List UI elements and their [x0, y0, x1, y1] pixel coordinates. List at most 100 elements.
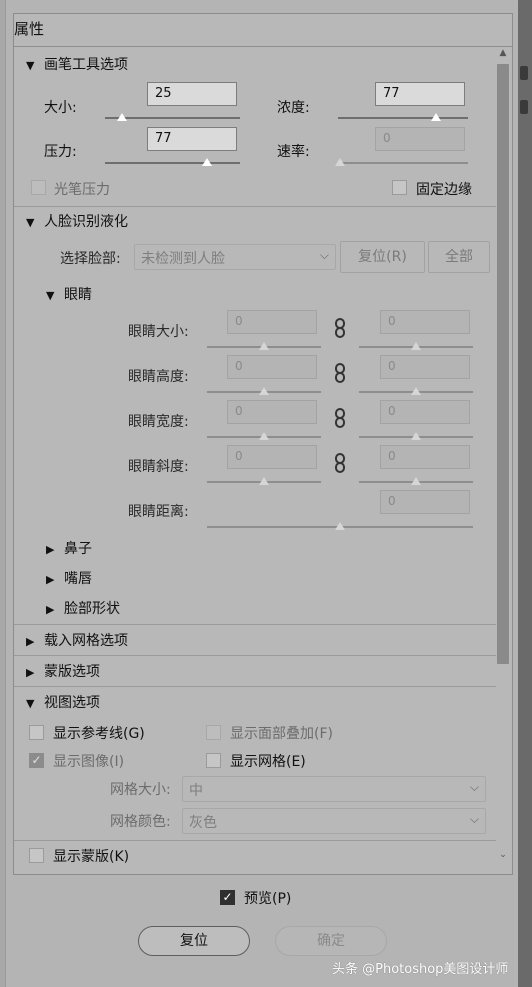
- eye-tilt-right-input[interactable]: 0: [380, 445, 470, 469]
- eye-width-left-input[interactable]: 0: [227, 400, 317, 424]
- pin-edges-label: 固定边缘: [416, 182, 472, 198]
- edge-mark: [520, 66, 528, 80]
- pressure-slider[interactable]: [105, 162, 240, 164]
- density-input[interactable]: 77: [375, 82, 465, 106]
- subsection-mouth-title: 嘴唇: [64, 571, 92, 587]
- eye-width-right-thumb[interactable]: [411, 432, 421, 440]
- eye-tilt-left-thumb[interactable]: [259, 477, 269, 485]
- eye-size-left-input[interactable]: 0: [227, 310, 317, 334]
- section-divider: [14, 840, 496, 841]
- show-face-overlay-label: 显示面部叠加(F): [230, 726, 333, 742]
- eye-distance-input[interactable]: 0: [380, 490, 470, 514]
- show-mesh-checkbox[interactable]: [206, 753, 221, 768]
- show-mesh-label: 显示网格(E): [230, 754, 306, 770]
- select-face-value: 未检测到人脸: [141, 251, 225, 267]
- link-icon[interactable]: [333, 363, 347, 383]
- eye-height-right-thumb[interactable]: [411, 387, 421, 395]
- size-label: 大小:: [44, 100, 77, 116]
- show-guides-text: 显示参考线(G): [53, 726, 145, 742]
- preview-label: 预览(P): [244, 891, 292, 907]
- show-face-overlay-checkbox[interactable]: [206, 725, 221, 740]
- show-guides-label: 显示参考线(G): [53, 723, 145, 743]
- link-icon[interactable]: [333, 318, 347, 338]
- rate-slider[interactable]: [338, 162, 468, 164]
- expanded-triangle-icon: ▼: [46, 289, 55, 302]
- size-slider-thumb[interactable]: [117, 113, 127, 121]
- reset-button[interactable]: 复位: [138, 926, 250, 956]
- eye-distance-label: 眼睛距离:: [128, 504, 189, 520]
- rate-slider-thumb[interactable]: [335, 158, 345, 166]
- eye-width-label: 眼睛宽度:: [128, 414, 189, 430]
- eye-size-right-input[interactable]: 0: [380, 310, 470, 334]
- density-slider[interactable]: [338, 117, 468, 119]
- show-image-label: 显示图像(I): [53, 754, 125, 770]
- pen-pressure-checkbox[interactable]: [31, 180, 46, 195]
- subsection-face-shape-toggle[interactable]: ▶ 脸部形状: [46, 598, 120, 618]
- pressure-slider-thumb[interactable]: [202, 158, 212, 166]
- section-mask-options-toggle[interactable]: ▶ 蒙版选项: [26, 661, 100, 681]
- scrollbar-thumb[interactable]: [497, 64, 509, 664]
- eye-tilt-right-thumb[interactable]: [411, 477, 421, 485]
- mesh-size-dropdown[interactable]: 中 ⌵: [182, 776, 486, 802]
- section-mask-options-title: 蒙版选项: [44, 664, 100, 680]
- preview-checkbox[interactable]: ✓: [220, 890, 235, 905]
- eye-width-left-thumb[interactable]: [259, 432, 269, 440]
- eye-size-right-thumb[interactable]: [411, 342, 421, 350]
- size-input[interactable]: 25: [147, 82, 237, 106]
- right-edge: [518, 0, 532, 987]
- pressure-label: 压力:: [44, 144, 77, 160]
- eye-size-label: 眼睛大小:: [128, 324, 189, 340]
- section-face-title: 人脸识别液化: [44, 214, 128, 230]
- left-edge: [0, 0, 6, 987]
- scroll-up-icon[interactable]: ▲: [497, 48, 509, 60]
- subsection-nose-toggle[interactable]: ▶ 鼻子: [46, 538, 92, 558]
- link-icon[interactable]: [333, 408, 347, 428]
- mesh-size-label: 网格大小:: [110, 782, 171, 798]
- ok-button[interactable]: 确定: [275, 926, 387, 956]
- subsection-eyes-toggle[interactable]: ▼ 眼睛: [46, 284, 92, 304]
- collapsed-triangle-icon: ▶: [46, 603, 55, 616]
- density-slider-thumb[interactable]: [431, 113, 441, 121]
- rate-input[interactable]: 0: [375, 127, 465, 151]
- subsection-mouth-toggle[interactable]: ▶ 嘴唇: [46, 568, 92, 588]
- mesh-color-label: 网格颜色:: [110, 814, 171, 830]
- chevron-down-icon: ⌵: [469, 812, 479, 826]
- mesh-color-value: 灰色: [189, 815, 217, 831]
- eye-height-left-thumb[interactable]: [259, 387, 269, 395]
- density-label: 浓度:: [277, 100, 310, 116]
- chevron-down-icon: ⌵: [469, 780, 479, 794]
- collapsed-triangle-icon: ▶: [26, 635, 35, 648]
- section-face-toggle[interactable]: ▼ 人脸识别液化: [26, 211, 128, 231]
- section-load-mesh-toggle[interactable]: ▶ 载入网格选项: [26, 630, 128, 650]
- pin-edges-checkbox[interactable]: [392, 180, 407, 195]
- collapsed-triangle-icon: ▶: [26, 666, 35, 679]
- eye-tilt-label: 眼睛斜度:: [128, 459, 189, 475]
- show-mask-checkbox[interactable]: [29, 848, 44, 863]
- eye-distance-thumb[interactable]: [335, 522, 345, 530]
- select-face-dropdown[interactable]: 未检测到人脸 ⌵: [134, 244, 336, 270]
- section-brush-toggle[interactable]: ▼ 画笔工具选项: [26, 54, 128, 74]
- section-view-title: 视图选项: [44, 695, 100, 711]
- show-guides-checkbox[interactable]: [29, 725, 44, 740]
- edge-mark: [520, 100, 528, 114]
- section-view-toggle[interactable]: ▼ 视图选项: [26, 692, 100, 712]
- section-load-mesh-title: 载入网格选项: [44, 633, 128, 649]
- eye-tilt-left-input[interactable]: 0: [227, 445, 317, 469]
- eye-height-left-input[interactable]: 0: [227, 355, 317, 379]
- eye-size-left-thumb[interactable]: [259, 342, 269, 350]
- pressure-input[interactable]: 77: [147, 127, 237, 151]
- watermark: 头条 @Photoshop美图设计师: [332, 962, 509, 977]
- link-icon[interactable]: [333, 453, 347, 473]
- face-reset-button[interactable]: 复位(R): [340, 241, 425, 273]
- mesh-color-dropdown[interactable]: 灰色 ⌵: [182, 808, 486, 834]
- eye-width-right-input[interactable]: 0: [380, 400, 470, 424]
- expanded-triangle-icon: ▼: [26, 697, 35, 710]
- scroll-down-icon[interactable]: ⌄: [497, 850, 509, 862]
- subsection-face-shape-title: 脸部形状: [64, 601, 120, 617]
- show-image-checkbox[interactable]: ✓: [29, 753, 44, 768]
- section-brush-title: 画笔工具选项: [44, 57, 128, 73]
- face-all-button[interactable]: 全部: [428, 241, 490, 273]
- subsection-nose-title: 鼻子: [64, 541, 92, 557]
- eye-height-right-input[interactable]: 0: [380, 355, 470, 379]
- section-divider: [14, 624, 496, 625]
